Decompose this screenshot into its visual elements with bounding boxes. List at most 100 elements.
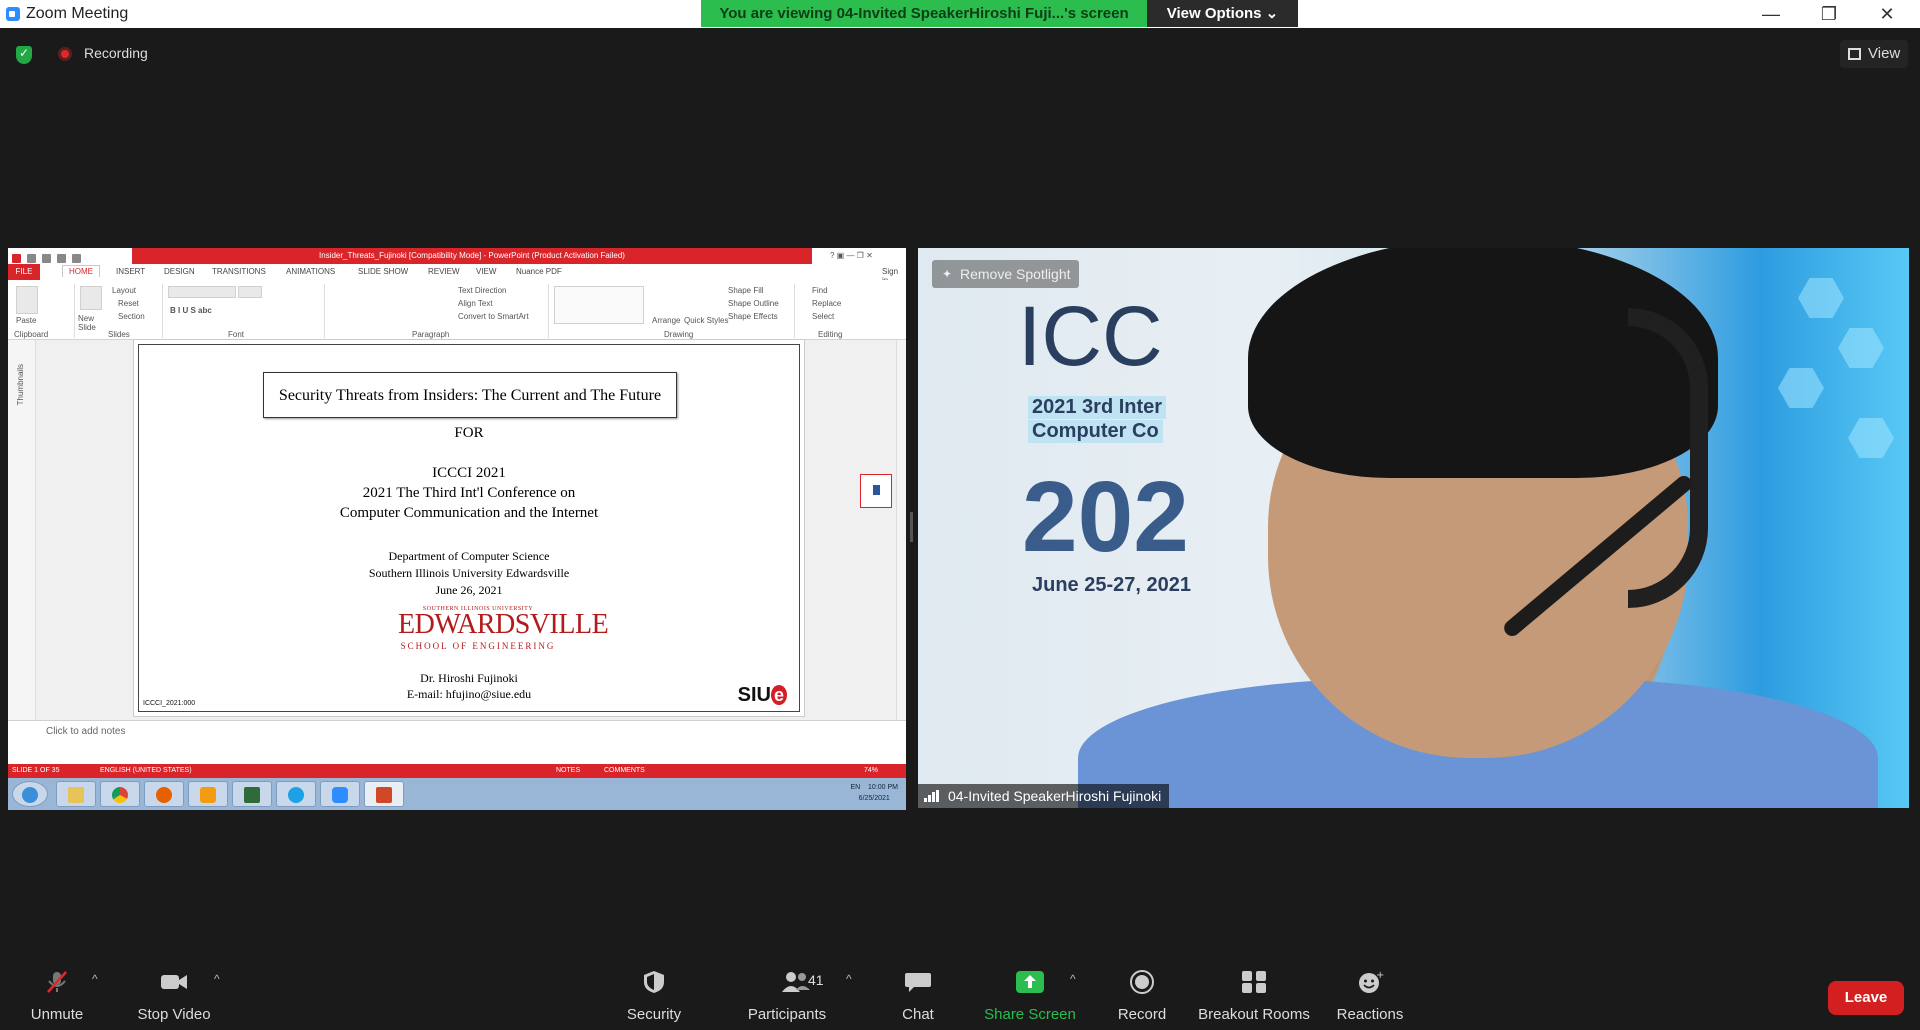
quick-access-toolbar xyxy=(12,250,122,263)
status-slide: SLIDE 1 OF 35 xyxy=(12,767,60,774)
audio-options-chevron-icon[interactable]: ^ xyxy=(92,972,98,986)
view-label: View xyxy=(1868,45,1901,62)
reactions-button[interactable]: + Reactions xyxy=(1330,960,1410,1030)
windows-taskbar: EN 10:00 PM 6/25/2021 xyxy=(8,778,906,810)
security-button[interactable]: Security xyxy=(616,960,692,1030)
chat-label: Chat xyxy=(902,1006,934,1023)
share-screen-button[interactable]: Share Screen xyxy=(978,960,1082,1030)
participant-name-tag: 04-Invited SpeakerHiroshi Fujinoki xyxy=(918,784,1170,808)
video-camera-icon xyxy=(161,975,187,989)
view-options-button[interactable]: View Options ⌄ xyxy=(1147,0,1298,27)
chat-button[interactable]: Chat xyxy=(880,960,956,1030)
share-screen-label: Share Screen xyxy=(984,1006,1076,1023)
siue-logo-text: SIU xyxy=(737,684,771,706)
thumbnails-label: Thumbnails xyxy=(16,364,25,406)
share-options-chevron-icon[interactable]: ^ xyxy=(1070,972,1076,986)
ppt-title: Insider_Threats_Fujinoki [Compatibility … xyxy=(132,248,812,264)
zoom-logo-icon xyxy=(6,7,20,21)
thumbnails-pane: Thumbnails xyxy=(8,340,36,720)
bookmark-icon xyxy=(860,474,892,508)
window-titlebar: Zoom Meeting You are viewing 04-Invited … xyxy=(0,0,1920,28)
viewing-banner: You are viewing 04-Invited SpeakerHirosh… xyxy=(701,0,1147,27)
group-paragraph: Paragraph xyxy=(412,330,450,339)
breakout-rooms-button[interactable]: Breakout Rooms xyxy=(1196,960,1312,1030)
ppt-help-icon: ? ▣ — ❐ ✕ xyxy=(830,251,873,260)
tray-lang: EN xyxy=(850,784,861,791)
reactions-icon: + xyxy=(1359,970,1384,993)
siue-logo: SIU e xyxy=(738,684,787,707)
recording-label: Recording xyxy=(84,45,148,61)
ppt-tab-design: DESIGN xyxy=(164,267,195,276)
tray-date: 6/25/2021 xyxy=(858,795,890,802)
ribbon-separator xyxy=(794,284,795,338)
group-editing: Editing xyxy=(818,330,843,339)
slide-conf-line2: 2021 The Third Int'l Conference on xyxy=(362,485,576,501)
layout-label: Layout xyxy=(112,286,137,295)
encryption-shield-icon[interactable] xyxy=(16,46,32,64)
recording-indicator-icon xyxy=(58,47,72,61)
app-icon xyxy=(244,787,260,803)
ppt-tab-file: FILE xyxy=(8,264,40,280)
paste-label: Paste xyxy=(16,316,37,325)
shared-screen[interactable]: Insider_Threats_Fujinoki [Compatibility … xyxy=(8,248,906,810)
redo-icon xyxy=(57,254,66,263)
notes-placeholder: Click to add notes xyxy=(46,726,126,737)
ribbon-separator xyxy=(548,284,549,338)
slide-conf-name: ICCCI 2021 xyxy=(432,465,506,481)
stop-video-button[interactable]: Stop Video xyxy=(132,960,216,1030)
taskbar-chrome xyxy=(100,781,140,807)
hexagon-decoration xyxy=(1848,418,1894,458)
arrange-label: Arrange xyxy=(652,316,681,325)
stop-video-label: Stop Video xyxy=(137,1006,211,1023)
speaker-video[interactable]: ICC 2021 3rd Inter Computer Co 202 June … xyxy=(918,248,1909,808)
view-button[interactable]: View xyxy=(1840,40,1908,68)
minimize-button[interactable]: — xyxy=(1742,0,1800,28)
bg-text-conf2: Computer Co xyxy=(1028,420,1163,443)
unmute-button[interactable]: Unmute xyxy=(22,960,92,1030)
folder-icon xyxy=(68,787,84,803)
group-slides: Slides xyxy=(108,330,130,339)
ppt-tab-slideshow: SLIDE SHOW xyxy=(358,267,409,276)
siue-edwardsville-logo: SOUTHERN ILLINOIS UNIVERSITY EDWARDSVILL… xyxy=(398,606,609,651)
group-drawing: Drawing xyxy=(664,330,694,339)
shape-fill-label: Shape Fill xyxy=(728,286,764,295)
slide-for: FOR xyxy=(454,425,484,441)
video-options-chevron-icon[interactable]: ^ xyxy=(214,972,220,986)
status-notes: NOTES xyxy=(556,767,581,774)
text-direction-label: Text Direction xyxy=(458,286,507,295)
close-button[interactable]: ✕ xyxy=(1858,0,1916,28)
record-label: Record xyxy=(1117,1006,1167,1023)
meeting-toolbar: Unmute ^ Stop Video ^ Security Participa… xyxy=(0,960,1920,1030)
participants-button[interactable]: Participants xyxy=(742,960,832,1030)
save-icon xyxy=(27,254,36,263)
taskbar-zoom xyxy=(320,781,360,807)
format-bold-icon: B I U S abc xyxy=(170,306,212,315)
ppt-tab-review: REVIEW xyxy=(428,267,460,276)
hexagon-decoration xyxy=(1838,328,1884,368)
firefox-icon xyxy=(156,787,172,803)
share-screen-icon xyxy=(1016,971,1044,993)
remove-spotlight-button[interactable]: Remove Spotlight xyxy=(932,260,1079,288)
bg-text-dates: June 25-27, 2021 xyxy=(1032,574,1191,596)
security-shield-icon xyxy=(644,971,664,993)
ppt-tab-transitions: TRANSITIONS xyxy=(212,267,266,276)
font-size-box xyxy=(238,286,262,298)
start-presentation-icon xyxy=(72,254,81,263)
leave-button[interactable]: Leave xyxy=(1828,981,1904,1015)
ppt-tab-view: VIEW xyxy=(476,267,497,276)
ppt-tab-animations: ANIMATIONS xyxy=(286,267,336,276)
chrome-icon xyxy=(112,787,128,803)
ppt-tab-home: HOME xyxy=(62,265,100,277)
window-title: Zoom Meeting xyxy=(26,5,129,22)
record-button[interactable]: Record xyxy=(1104,960,1180,1030)
tray-time: 10:00 PM xyxy=(868,784,898,791)
notes-pane: Click to add notes xyxy=(8,720,906,742)
pane-resize-handle[interactable] xyxy=(908,248,916,810)
shapes-gallery xyxy=(554,286,644,324)
participant-name: 04-Invited SpeakerHiroshi Fujinoki xyxy=(948,788,1162,804)
participants-icon xyxy=(782,972,810,992)
powerpoint-icon xyxy=(376,787,392,803)
status-language: ENGLISH (UNITED STATES) xyxy=(100,767,192,774)
participants-options-chevron-icon[interactable]: ^ xyxy=(846,972,852,986)
restore-button[interactable]: ❐ xyxy=(1800,0,1858,28)
